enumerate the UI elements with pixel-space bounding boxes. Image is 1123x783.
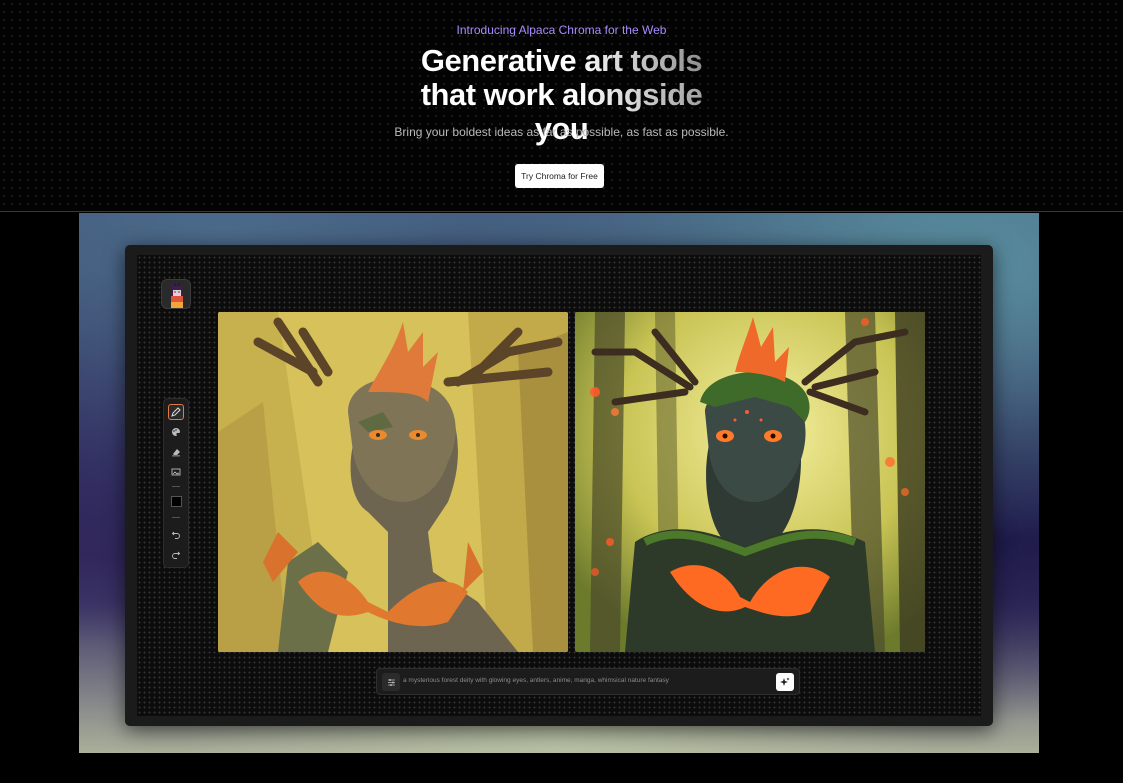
redo-icon[interactable] [168, 546, 184, 562]
toolbar-divider [172, 486, 180, 487]
color-swatch[interactable] [171, 496, 182, 507]
app-window: a mysterious forest deity with glowing e… [125, 245, 993, 726]
prompt-input[interactable]: a mysterious forest deity with glowing e… [403, 677, 669, 684]
alpaca-logo-icon[interactable] [161, 279, 191, 309]
try-chroma-button[interactable]: Try Chroma for Free [515, 164, 604, 188]
forest-deity-sketch[interactable] [218, 312, 568, 652]
brush-icon[interactable] [168, 404, 184, 420]
headline-line-1: Generative art tools [417, 44, 707, 78]
hero-section: Introducing Alpaca Chroma for the Web Ge… [0, 0, 1123, 212]
sparkle-icon[interactable] [776, 673, 794, 691]
image-icon[interactable] [168, 464, 184, 480]
eraser-icon[interactable] [168, 444, 184, 460]
palette-icon[interactable] [168, 424, 184, 440]
sliders-icon[interactable] [382, 673, 400, 691]
undo-icon[interactable] [168, 526, 184, 542]
forest-deity-render[interactable] [575, 312, 925, 652]
hero-subtitle: Bring your boldest ideas as far as possi… [394, 125, 729, 139]
product-showcase: a mysterious forest deity with glowing e… [79, 213, 1039, 753]
toolbar-divider [172, 517, 180, 518]
prompt-bar: a mysterious forest deity with glowing e… [376, 668, 800, 695]
tool-palette [163, 398, 189, 568]
announcement-eyebrow[interactable]: Introducing Alpaca Chroma for the Web [0, 23, 1123, 37]
editor-canvas[interactable]: a mysterious forest deity with glowing e… [137, 255, 981, 716]
